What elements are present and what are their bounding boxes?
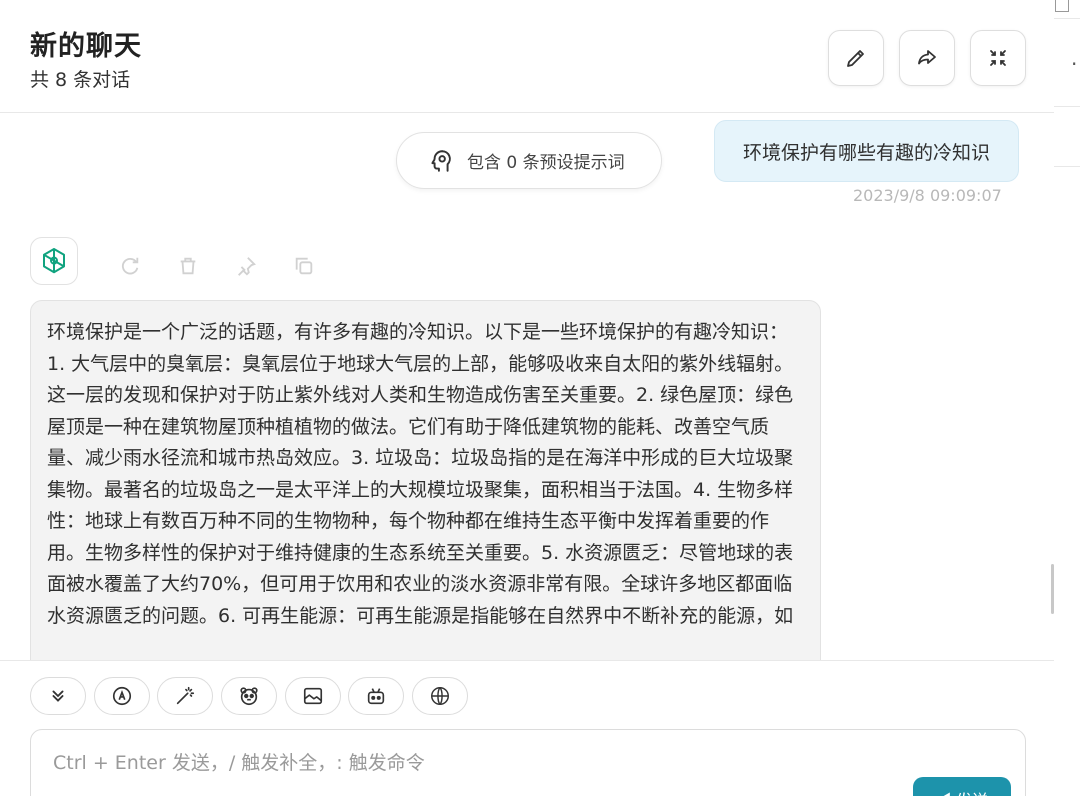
strip-divider xyxy=(1054,106,1080,107)
mask-icon xyxy=(240,687,258,706)
user-message: 环境保护有哪些有趣的冷知识 xyxy=(714,120,1019,182)
bot-avatar xyxy=(30,237,78,285)
chat-app: 新的聊天 共 8 条对话 包含 0 条预设提示词 环境保护有哪些有趣的冷知识 2… xyxy=(0,0,1080,796)
pencil-icon xyxy=(847,50,864,67)
bot-icon xyxy=(367,688,385,705)
chat-header: 新的聊天 共 8 条对话 xyxy=(0,0,1054,113)
send-button[interactable]: ◀ 发送 xyxy=(913,777,1011,796)
copy-icon xyxy=(295,257,313,275)
strip-divider xyxy=(1054,18,1080,19)
pin-icon xyxy=(238,257,256,276)
window-icon xyxy=(1055,0,1069,12)
web-search-button[interactable] xyxy=(412,677,468,715)
main-panel: 新的聊天 共 8 条对话 包含 0 条预设提示词 环境保护有哪些有趣的冷知识 2… xyxy=(0,0,1054,796)
user-message-date: 2023/9/8 09:09:07 xyxy=(853,186,1002,205)
strip-divider xyxy=(1054,166,1080,167)
copy-button[interactable] xyxy=(293,255,315,277)
image-icon xyxy=(303,687,323,705)
pin-button[interactable] xyxy=(235,255,257,277)
share-icon xyxy=(918,50,936,65)
bot-message: 环境保护是一个广泛的话题，有许多有趣的冷知识。以下是一些环境保护的有趣冷知识：1… xyxy=(30,300,821,660)
input-area: ◀ 发送 xyxy=(0,660,1054,796)
robot-a-icon xyxy=(112,686,132,706)
chat-subtitle: 共 8 条对话 xyxy=(30,69,131,91)
brain-icon xyxy=(431,149,451,172)
bot-button[interactable] xyxy=(348,677,404,715)
openai-logo-icon xyxy=(43,248,65,274)
magic-wand-icon xyxy=(176,686,195,705)
share-button[interactable] xyxy=(899,30,955,86)
delete-icon xyxy=(180,257,196,275)
chevrons-down-icon xyxy=(52,690,64,702)
refresh-icon xyxy=(122,257,139,275)
collapse-button[interactable] xyxy=(970,30,1026,86)
delete-button[interactable] xyxy=(177,255,199,277)
chat-body[interactable]: 包含 0 条预设提示词 环境保护有哪些有趣的冷知识 2023/9/8 09:09… xyxy=(0,113,1054,660)
chat-title[interactable]: 新的聊天 xyxy=(30,24,142,63)
more-icon[interactable]: · xyxy=(1071,52,1077,76)
scroll-bottom-button[interactable] xyxy=(30,677,86,715)
collapse-icon xyxy=(990,50,1006,66)
preset-prompt-label: 包含 0 条预设提示词 xyxy=(467,153,625,173)
image-button[interactable] xyxy=(285,677,341,715)
magic-button[interactable] xyxy=(157,677,213,715)
right-side-strip: · xyxy=(1054,0,1080,796)
refresh-button[interactable] xyxy=(119,255,141,277)
globe-icon xyxy=(431,687,449,705)
message-input[interactable] xyxy=(30,729,1026,796)
mask-button[interactable] xyxy=(221,677,277,715)
preset-prompt-pill[interactable]: 包含 0 条预设提示词 xyxy=(396,132,662,189)
edit-button[interactable] xyxy=(828,30,884,86)
model-button[interactable] xyxy=(94,677,150,715)
